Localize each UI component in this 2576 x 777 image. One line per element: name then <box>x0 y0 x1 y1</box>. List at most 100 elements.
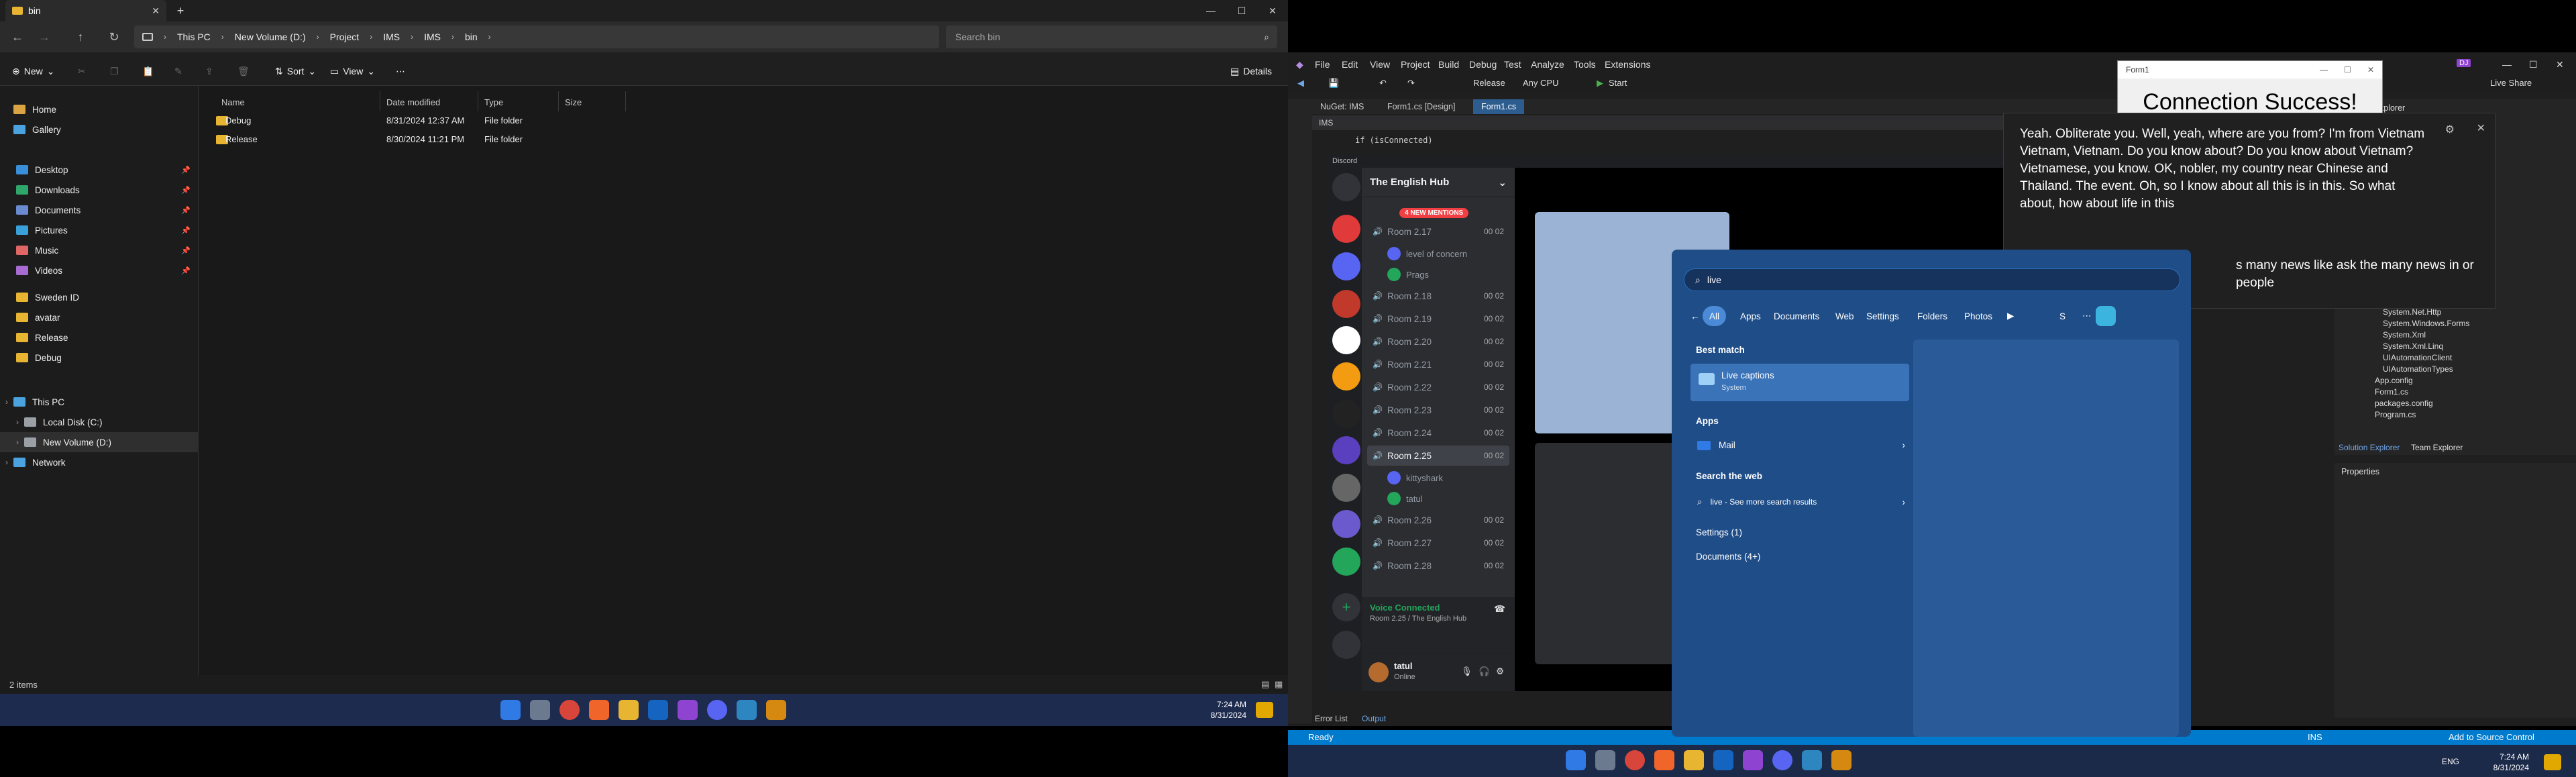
voice-channel[interactable]: 🔊 Room 2.20 00 02 <box>1367 331 1509 352</box>
sidebar-item[interactable]: Gallery <box>0 119 199 140</box>
redo-icon[interactable]: ↷ <box>1407 78 1415 89</box>
menu-view[interactable]: View <box>1370 59 1390 70</box>
outlook-icon[interactable] <box>648 700 668 720</box>
server-header[interactable]: The English Hub ⌄ <box>1362 168 1515 197</box>
tab-form-design[interactable]: Form1.cs [Design] <box>1379 99 1463 114</box>
save-icon[interactable]: 💾 <box>1328 78 1339 89</box>
vs-minimize-button[interactable]: — <box>2502 59 2512 70</box>
column-divider[interactable] <box>558 91 559 111</box>
copilot-icon[interactable] <box>2096 306 2116 326</box>
sidebar-item[interactable]: Release <box>0 327 199 348</box>
voice-status[interactable]: Voice Connected <box>1370 603 1440 613</box>
tab-nuget[interactable]: NuGet: IMS <box>1312 99 1372 114</box>
sidebar-item[interactable]: Pictures 📌 <box>0 220 199 240</box>
chrome-icon[interactable] <box>1625 750 1645 770</box>
voice-channel[interactable]: 🔊 Room 2.17 00 02 <box>1367 221 1509 242</box>
documents-count[interactable]: Documents (4+) <box>1696 552 1760 562</box>
tab-settings[interactable]: Settings <box>1860 306 1906 326</box>
tab-apps[interactable]: Apps <box>1733 306 1768 326</box>
breadcrumb-ims[interactable]: IMS <box>383 32 400 42</box>
platform-dropdown[interactable]: Any CPU <box>1523 78 1558 88</box>
server-icon[interactable] <box>1332 510 1360 538</box>
task-view-icon[interactable] <box>530 700 550 720</box>
details-button[interactable]: ▤ Details <box>1230 62 1272 81</box>
visual-studio-icon[interactable] <box>1743 750 1763 770</box>
tiles-view-icon[interactable]: ▦ <box>1275 679 1283 690</box>
chevron-right-icon[interactable]: › <box>16 437 19 447</box>
tab-folders[interactable]: Folders <box>1911 306 1954 326</box>
new-button[interactable]: ⊕ New ⌄ <box>12 62 54 81</box>
menu-tools[interactable]: Tools <box>1574 59 1596 70</box>
sidebar-item[interactable]: › Local Disk (C:) <box>0 412 199 432</box>
file-row[interactable]: Release 8/30/2024 11:21 PM File folder <box>212 130 588 149</box>
discover-icon[interactable] <box>1332 631 1360 659</box>
voice-channel[interactable]: 🔊 Room 2.27 00 02 <box>1367 533 1509 553</box>
visual-studio-icon[interactable] <box>678 700 698 720</box>
tab-web[interactable]: Web <box>1829 306 1861 326</box>
maximize-button[interactable]: ☐ <box>2344 65 2351 74</box>
error-list-tab[interactable]: Error List <box>1315 714 1348 723</box>
outlook-icon[interactable] <box>1713 750 1733 770</box>
solution-item[interactable]: packages.config <box>2375 399 2433 408</box>
solution-item[interactable]: System.Windows.Forms <box>2383 319 2469 328</box>
column-date-modified[interactable]: Date modified <box>386 94 440 110</box>
column-type[interactable]: Type <box>484 94 503 110</box>
menu-edit[interactable]: Edit <box>1342 59 1358 70</box>
sidebar-item[interactable]: Desktop 📌 <box>0 160 199 180</box>
chrome-icon[interactable] <box>559 700 580 720</box>
solution-item[interactable]: System.Xml.Linq <box>2383 342 2443 351</box>
server-icon[interactable] <box>1332 290 1360 318</box>
cut-icon[interactable]: ✂ <box>78 62 86 81</box>
disconnect-icon[interactable]: ☎ <box>1494 604 1505 615</box>
close-tab-icon[interactable]: ✕ <box>152 5 160 17</box>
sidebar-item[interactable]: Home <box>0 99 199 119</box>
settings-count[interactable]: Settings (1) <box>1696 527 1742 537</box>
server-icon[interactable] <box>1332 400 1360 428</box>
column-name[interactable]: Name <box>221 94 245 110</box>
app-icon[interactable] <box>737 700 757 720</box>
more-options-icon[interactable]: ⋯ <box>396 62 405 81</box>
sidebar-item[interactable]: Videos 📌 <box>0 260 199 280</box>
voice-room[interactable]: Room 2.25 / The English Hub <box>1370 615 1466 623</box>
menu-analyze[interactable]: Analyze <box>1531 59 1564 70</box>
best-match-item[interactable]: Live captions System <box>1690 364 1909 401</box>
sidebar-item[interactable]: Music 📌 <box>0 240 199 260</box>
forward-button[interactable]: → <box>34 27 55 47</box>
voice-channel[interactable]: 🔊 Room 2.25 00 02 <box>1367 446 1509 466</box>
output-tab[interactable]: Output <box>1362 714 1386 723</box>
sort-button[interactable]: ⇅ Sort ⌄ <box>275 62 316 81</box>
new-tab-button[interactable]: + <box>173 3 188 18</box>
file-explorer-icon[interactable] <box>1684 750 1704 770</box>
menu-debug[interactable]: Debug <box>1469 59 1497 70</box>
voice-user[interactable]: Prags <box>1387 265 1429 284</box>
mentions-badge[interactable]: 4 NEW MENTIONS <box>1399 208 1469 218</box>
solution-item[interactable]: Program.cs <box>2375 410 2416 419</box>
solution-item[interactable]: App.config <box>2375 376 2413 385</box>
code-line[interactable]: if (isConnected) <box>1355 136 1433 145</box>
share-icon[interactable]: ⇪ <box>205 62 213 81</box>
start-icon[interactable] <box>1566 750 1586 770</box>
breadcrumb-bin[interactable]: bin <box>465 32 478 42</box>
app-icon[interactable] <box>1831 750 1851 770</box>
breadcrumb-this-pc[interactable]: This PC <box>177 32 211 42</box>
server-icon[interactable] <box>1332 474 1360 502</box>
solution-item[interactable]: UIAutomationTypes <box>2383 364 2453 374</box>
avatar[interactable] <box>1368 662 1389 682</box>
tab-documents[interactable]: Documents <box>1767 306 1826 326</box>
back-icon[interactable]: ◀ <box>1297 78 1304 89</box>
voice-channel[interactable]: 🔊 Room 2.19 00 02 <box>1367 309 1509 329</box>
headphones-icon[interactable]: 🎧 <box>1479 666 1490 677</box>
sidebar-item[interactable]: Downloads 📌 <box>0 180 199 200</box>
sidebar-item[interactable]: › This PC <box>0 392 199 412</box>
microphone-icon[interactable]: 🎙 <box>1461 666 1472 677</box>
start-icon[interactable] <box>500 700 521 720</box>
config-dropdown[interactable]: Release <box>1473 78 1505 88</box>
chevron-right-icon[interactable]: › <box>5 397 8 407</box>
notification-icon[interactable] <box>1256 702 1273 718</box>
details-view-icon[interactable]: ▤ <box>1261 679 1269 690</box>
solution-item[interactable]: System.Xml <box>2383 330 2426 340</box>
rename-icon[interactable]: ✎ <box>174 62 182 81</box>
se-tab[interactable]: Solution Explorer <box>2339 443 2400 452</box>
add-source-control-button[interactable]: Add to Source Control <box>2449 732 2534 742</box>
chevron-right-icon[interactable]: › <box>5 458 8 467</box>
